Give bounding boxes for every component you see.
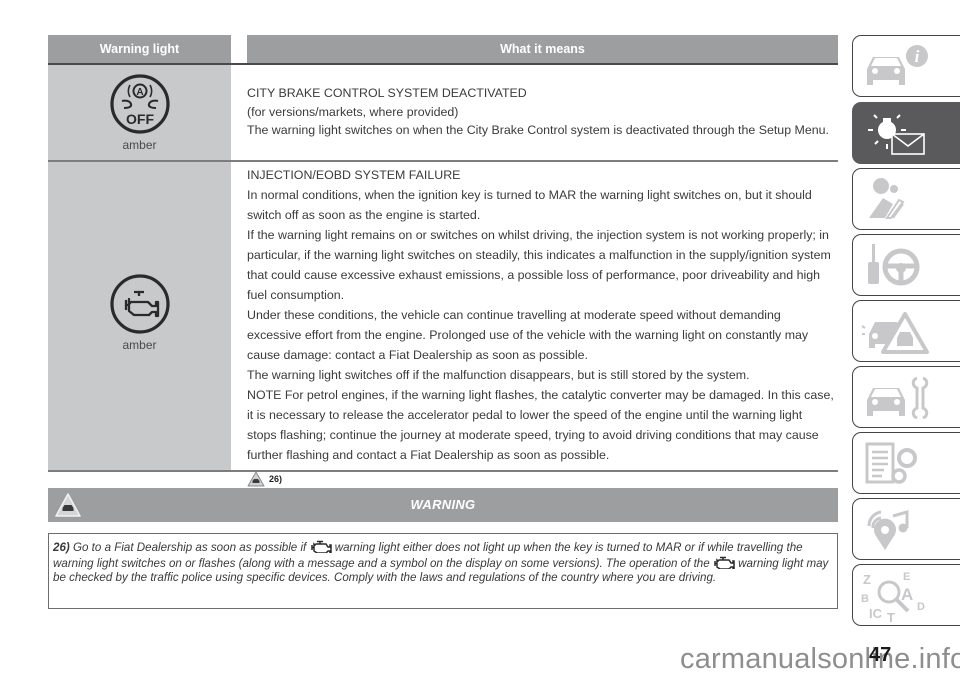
desc-title: INJECTION/EOBD SYSTEM FAILURE (247, 168, 461, 182)
desc-line: If the warning light remains on or switc… (247, 228, 831, 302)
engine-check-icon (310, 540, 332, 553)
warning-text: 26) Go to a Fiat Dealership as soon as p… (53, 540, 831, 586)
desc-line: NOTE For petrol engines, if the warning … (247, 388, 834, 462)
color-label: amber (122, 138, 157, 152)
svg-text:D: D (917, 601, 925, 613)
desc-line: Under these conditions, the vehicle can … (247, 308, 809, 362)
technical-data-icon (865, 442, 917, 484)
warning-header-bar: WARNING (48, 488, 838, 522)
warning-lights-messages-icon (868, 114, 925, 155)
key-steering-wheel-icon (868, 244, 920, 286)
tab-maintenance[interactable] (852, 366, 960, 428)
warning-ref-number: 26) (53, 541, 70, 554)
svg-text:OFF: OFF (126, 111, 154, 127)
color-label: amber (122, 338, 157, 352)
table-row: A OFF amber CITY BRAKE CONTROL SYSTEM DE… (48, 65, 838, 162)
watermark: carmanualsonline.info (680, 643, 960, 675)
svg-text:T: T (887, 610, 895, 622)
svg-text:IC: IC (869, 606, 883, 621)
page-number: 47 (869, 644, 892, 666)
emergency-icon (861, 312, 929, 354)
svg-text:i: i (915, 47, 920, 66)
warning-light-table: Warning light What it means A OFF amber … (48, 35, 838, 487)
tab-safety[interactable] (852, 168, 960, 230)
description: INJECTION/EOBD SYSTEM FAILURE In normal … (247, 165, 834, 489)
desc-line: In normal conditions, when the ignition … (247, 188, 812, 222)
table-header: Warning light What it means (48, 35, 838, 65)
tab-car-info[interactable]: i (852, 35, 960, 97)
header-warning-light: Warning light (48, 35, 231, 63)
tab-emergency[interactable] (852, 300, 960, 362)
warning-title: WARNING (410, 497, 476, 512)
desc-line: The warning light switches off if the ma… (247, 368, 750, 382)
warning-reference[interactable]: 26) (247, 469, 834, 489)
description: CITY BRAKE CONTROL SYSTEM DEACTIVATED (f… (247, 84, 834, 140)
engine-check-icon (109, 274, 170, 334)
table-row: amber INJECTION/EOBD SYSTEM FAILURE In n… (48, 162, 838, 487)
tab-starting-driving[interactable] (852, 234, 960, 296)
warning-triangle-icon (247, 471, 265, 487)
multimedia-icon (867, 510, 909, 550)
svg-text:A: A (901, 585, 913, 604)
svg-text:Z: Z (863, 572, 871, 587)
car-info-icon: i (867, 45, 928, 85)
tab-technical-data[interactable] (852, 432, 960, 494)
safety-airbag-icon (869, 178, 905, 219)
tab-warning-lights-messages[interactable] (852, 102, 960, 164)
warning-text-part: Go to a Fiat Dealership as soon as possi… (69, 541, 310, 554)
desc-title: CITY BRAKE CONTROL SYSTEM DEACTIVATED (247, 86, 527, 100)
svg-text:E: E (903, 571, 910, 583)
desc-line: (for versions/markets, where provided) (247, 104, 459, 119)
icon-cell: amber (48, 272, 231, 352)
header-what-it-means: What it means (247, 35, 838, 63)
desc-line: The warning light switches on when the C… (247, 123, 829, 137)
warning-box: 26) Go to a Fiat Dealership as soon as p… (48, 533, 838, 609)
svg-text:B: B (861, 593, 869, 605)
svg-text:A: A (136, 87, 143, 98)
tab-index[interactable]: Z E B A IC T D (852, 564, 960, 626)
engine-check-icon (714, 556, 735, 569)
maintenance-icon (867, 376, 929, 420)
city-brake-off-icon: A OFF (109, 74, 170, 134)
index-icon: Z E B A IC T D (861, 571, 925, 622)
icon-cell: A OFF amber (48, 72, 231, 152)
tab-multimedia[interactable] (852, 498, 960, 560)
reference-number[interactable]: 26) (269, 469, 282, 489)
row-rule (48, 470, 838, 472)
